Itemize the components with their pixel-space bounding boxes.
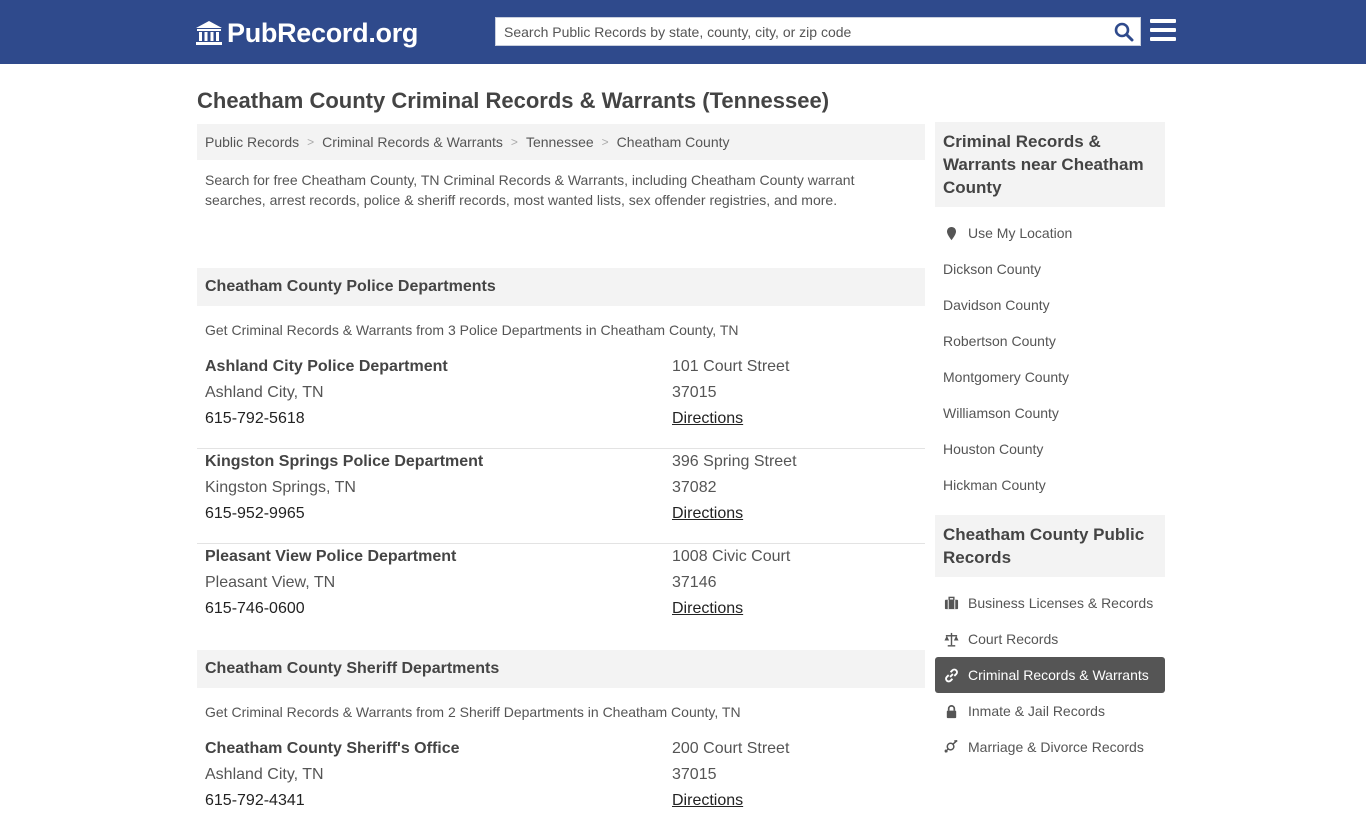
- sidebar-item-label: Criminal Records & Warrants: [968, 667, 1149, 683]
- sidebar-item-label: Williamson County: [943, 405, 1059, 421]
- sidebar-item-label: Montgomery County: [943, 369, 1070, 385]
- gender-icon: [943, 739, 960, 755]
- directions-link[interactable]: Directions: [672, 410, 743, 427]
- department-phone[interactable]: 615-792-5618: [205, 406, 448, 432]
- courthouse-icon: [196, 21, 222, 45]
- search-icon: [1114, 22, 1134, 41]
- department-city: Ashland City, TN: [205, 384, 324, 401]
- intro-text: Search for free Cheatham County, TN Crim…: [205, 172, 855, 208]
- department-city: Pleasant View, TN: [205, 574, 336, 591]
- department-address: 200 Court Street: [672, 740, 790, 757]
- police-section-title: Cheatham County Police Departments: [197, 268, 925, 306]
- breadcrumb-separator: >: [601, 135, 609, 149]
- department-entry: Ashland City Police Department Ashland C…: [197, 354, 925, 449]
- department-phone[interactable]: 615-792-4341: [205, 788, 460, 814]
- sidebar-item-label: Inmate & Jail Records: [968, 703, 1105, 719]
- department-address: 1008 Civic Court: [672, 548, 791, 565]
- department-city: Ashland City, TN: [205, 766, 324, 783]
- department-address: 396 Spring Street: [672, 453, 797, 470]
- sidebar-item-houston-county[interactable]: Houston County: [935, 431, 1165, 467]
- nearby-counties-list: Use My Location Dickson County Davidson …: [935, 207, 1165, 503]
- sheriff-entry: Cheatham County Sheriff's Office Ashland…: [197, 736, 925, 831]
- lock-icon: [943, 703, 960, 719]
- department-name: Ashland City Police Department: [205, 358, 448, 375]
- sidebar-item-label: Business Licenses & Records: [968, 595, 1154, 611]
- sidebar-item-label: Dickson County: [943, 261, 1042, 277]
- sidebar-item-williamson-county[interactable]: Williamson County: [935, 395, 1165, 431]
- department-zip: 37015: [672, 384, 717, 401]
- sidebar-item-label: Use My Location: [968, 225, 1073, 241]
- department-city: Kingston Springs, TN: [205, 479, 356, 496]
- sidebar-item-inmate-jail-records[interactable]: Inmate & Jail Records: [935, 693, 1165, 729]
- hamburger-menu-icon[interactable]: [1150, 19, 1176, 43]
- sidebar-item-montgomery-county[interactable]: Montgomery County: [935, 359, 1165, 395]
- briefcase-icon: [943, 595, 960, 611]
- directions-link[interactable]: Directions: [672, 505, 743, 522]
- page-title: Cheatham County Criminal Records & Warra…: [197, 88, 830, 113]
- department-entry: Pleasant View Police Department Pleasant…: [197, 544, 925, 639]
- sidebar-item-hickman-county[interactable]: Hickman County: [935, 467, 1165, 503]
- logo-text: PubRecord.org: [227, 17, 419, 48]
- breadcrumb-criminal-records[interactable]: Criminal Records & Warrants: [322, 134, 503, 150]
- breadcrumb: Public Records > Criminal Records & Warr…: [197, 124, 925, 160]
- sidebar-item-court-records[interactable]: Court Records: [935, 621, 1165, 657]
- sidebar-item-label: Court Records: [968, 631, 1059, 647]
- sidebar-item-label: Marriage & Divorce Records: [968, 739, 1144, 755]
- search-input[interactable]: [496, 18, 1108, 45]
- nearby-counties-title: Criminal Records & Warrants near Cheatha…: [935, 122, 1165, 207]
- department-name: Kingston Springs Police Department: [205, 453, 484, 470]
- sidebar-item-label: Davidson County: [943, 297, 1050, 313]
- breadcrumb-tennessee[interactable]: Tennessee: [526, 134, 594, 150]
- sidebar-item-label: Robertson County: [943, 333, 1056, 349]
- sidebar-item-robertson-county[interactable]: Robertson County: [935, 323, 1165, 359]
- department-name: Cheatham County Sheriff's Office: [205, 740, 460, 757]
- sidebar-item-label: Houston County: [943, 441, 1044, 457]
- department-entry: Kingston Springs Police Department Kings…: [197, 449, 925, 544]
- department-phone[interactable]: 615-746-0600: [205, 596, 456, 622]
- sidebar-item-business-licenses[interactable]: Business Licenses & Records: [935, 585, 1165, 621]
- department-name: Pleasant View Police Department: [205, 548, 457, 565]
- breadcrumb-public-records[interactable]: Public Records: [205, 134, 299, 150]
- top-navbar: PubRecord.org: [0, 0, 1366, 64]
- search-button[interactable]: [1108, 18, 1140, 45]
- department-zip: 37015: [672, 766, 717, 783]
- public-records-list: Business Licenses & Records Court Record…: [935, 577, 1165, 765]
- department-phone[interactable]: 615-952-9965: [205, 501, 483, 527]
- map-marker-icon: [943, 225, 960, 241]
- main-content: Public Records > Criminal Records & Warr…: [197, 124, 925, 831]
- sidebar: Criminal Records & Warrants near Cheatha…: [935, 122, 1165, 765]
- sidebar-item-criminal-records[interactable]: Criminal Records & Warrants: [935, 657, 1165, 693]
- breadcrumb-separator: >: [307, 135, 315, 149]
- scales-icon: [943, 631, 960, 647]
- directions-link[interactable]: Directions: [672, 600, 743, 617]
- search-bar: [495, 17, 1141, 46]
- sidebar-item-davidson-county[interactable]: Davidson County: [935, 287, 1165, 323]
- sidebar-item-dickson-county[interactable]: Dickson County: [935, 251, 1165, 287]
- site-logo[interactable]: PubRecord.org: [195, 17, 418, 49]
- department-zip: 37082: [672, 479, 717, 496]
- link-icon: [943, 667, 960, 683]
- directions-link[interactable]: Directions: [672, 792, 743, 809]
- sheriff-section-subtitle: Get Criminal Records & Warrants from 2 S…: [205, 704, 741, 720]
- sidebar-item-marriage-divorce[interactable]: Marriage & Divorce Records: [935, 729, 1165, 765]
- sidebar-item-label: Hickman County: [943, 477, 1046, 493]
- use-my-location-item[interactable]: Use My Location: [935, 215, 1165, 251]
- police-section-subtitle: Get Criminal Records & Warrants from 3 P…: [205, 322, 739, 338]
- breadcrumb-cheatham-county[interactable]: Cheatham County: [617, 134, 730, 150]
- department-address: 101 Court Street: [672, 358, 790, 375]
- department-zip: 37146: [672, 574, 717, 591]
- sheriff-section-title: Cheatham County Sheriff Departments: [197, 650, 925, 688]
- breadcrumb-separator: >: [510, 135, 518, 149]
- public-records-title: Cheatham County Public Records: [935, 515, 1165, 577]
